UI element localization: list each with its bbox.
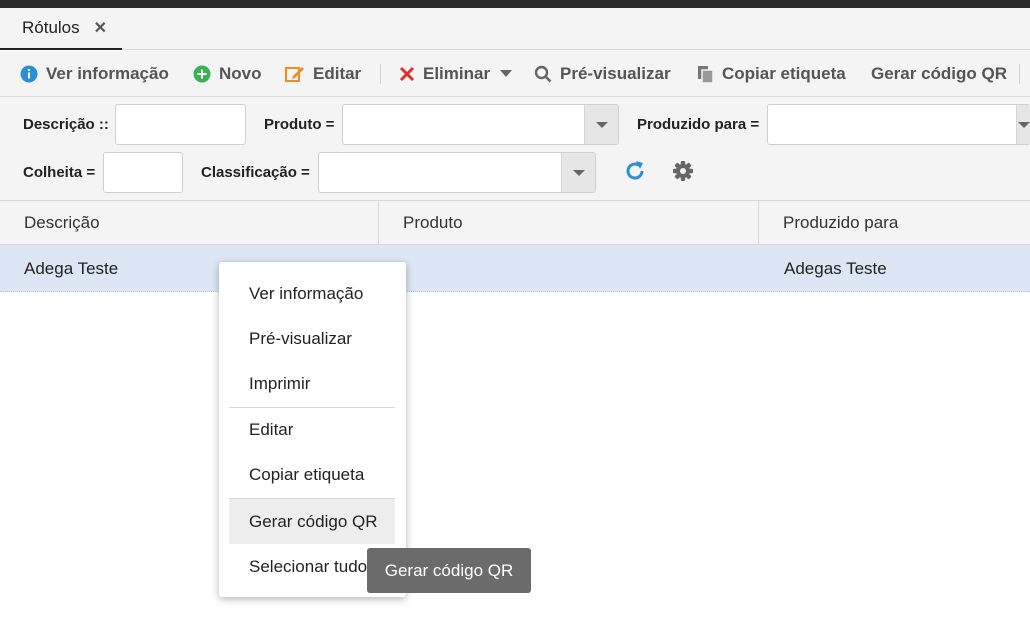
delete-label: Eliminar [423, 64, 491, 83]
produto-label: Produto = [264, 116, 335, 133]
tooltip: Gerar código QR [367, 548, 531, 593]
info-icon [20, 65, 38, 83]
table-row[interactable]: Adega Teste Adegas Teste [0, 245, 1030, 292]
view-info-label: Ver informação [46, 64, 169, 83]
menu-item-pre-visualizar[interactable]: Pré-visualizar [229, 316, 395, 361]
descricao-input[interactable] [115, 104, 246, 145]
produzido-dropdown-button[interactable] [1016, 105, 1030, 144]
classificacao-dropdown-button[interactable] [561, 153, 595, 192]
tab-rotulos[interactable]: Rótulos ✕ [0, 8, 122, 50]
tab-strip: Rótulos ✕ [0, 8, 1030, 50]
produzido-label: Produzido para = [637, 116, 760, 133]
grid-header: Descrição Produto Produzido para [0, 201, 1030, 245]
column-header-produto[interactable]: Produto [379, 201, 759, 245]
close-icon[interactable]: ✕ [94, 18, 107, 38]
copy-icon [698, 65, 714, 84]
menu-item-imprimir[interactable]: Imprimir [229, 361, 395, 406]
menu-item-ver-informacao[interactable]: Ver informação [229, 271, 395, 316]
chevron-down-icon [1017, 121, 1030, 128]
generate-qr-button[interactable]: Gerar código QR [871, 51, 1007, 97]
column-header-produzido-para[interactable]: Produzido para [759, 201, 1030, 245]
preview-label: Pré-visualizar [560, 64, 671, 83]
produto-select[interactable] [342, 104, 619, 145]
menu-item-copiar-etiqueta[interactable]: Copiar etiqueta [229, 452, 395, 497]
delete-button[interactable]: Eliminar [399, 51, 513, 97]
search-icon [534, 65, 552, 83]
new-button[interactable]: Novo [193, 51, 262, 97]
generate-qr-label: Gerar código QR [871, 64, 1008, 83]
classificacao-select[interactable] [318, 152, 596, 193]
context-menu: Ver informação Pré-visualizar Imprimir E… [219, 262, 406, 597]
cell-produzido-para: Adegas Teste [784, 258, 887, 278]
colheita-label: Colheita = [23, 164, 96, 181]
chevron-down-icon [572, 169, 585, 176]
chevron-down-icon [595, 121, 608, 128]
refresh-icon[interactable] [623, 159, 647, 183]
column-header-descricao[interactable]: Descrição [0, 201, 379, 245]
plus-icon [193, 65, 211, 83]
toolbar-divider [380, 64, 381, 84]
copy-label: Copiar etiqueta [722, 64, 846, 83]
new-label: Novo [219, 64, 262, 83]
cell-descricao: Adega Teste [24, 258, 119, 278]
menu-item-gerar-codigo-qr[interactable]: Gerar código QR [229, 499, 395, 544]
tab-title: Rótulos [22, 18, 80, 37]
produto-dropdown-button[interactable] [584, 105, 618, 144]
toolbar: Ver informação Novo Editar Eliminar Pré-… [0, 51, 1030, 97]
edit-label: Editar [313, 64, 362, 83]
toolbar-divider [1019, 64, 1020, 84]
edit-icon [285, 67, 304, 82]
view-info-button[interactable]: Ver informação [20, 51, 169, 97]
classificacao-label: Classificação = [201, 164, 310, 181]
gear-icon[interactable] [672, 160, 694, 182]
window-top-bar [0, 0, 1030, 8]
filter-panel: Descrição :: Produto = Produzido para = … [0, 97, 1030, 201]
delete-icon [399, 66, 415, 82]
colheita-input[interactable] [103, 152, 183, 193]
copy-label-button[interactable]: Copiar etiqueta [697, 51, 846, 97]
menu-item-editar[interactable]: Editar [229, 407, 395, 452]
descricao-label: Descrição :: [23, 116, 109, 133]
caret-down-icon[interactable] [500, 70, 513, 78]
produzido-select[interactable] [767, 104, 1030, 145]
preview-button[interactable]: Pré-visualizar [534, 51, 671, 97]
edit-button[interactable]: Editar [285, 51, 361, 97]
